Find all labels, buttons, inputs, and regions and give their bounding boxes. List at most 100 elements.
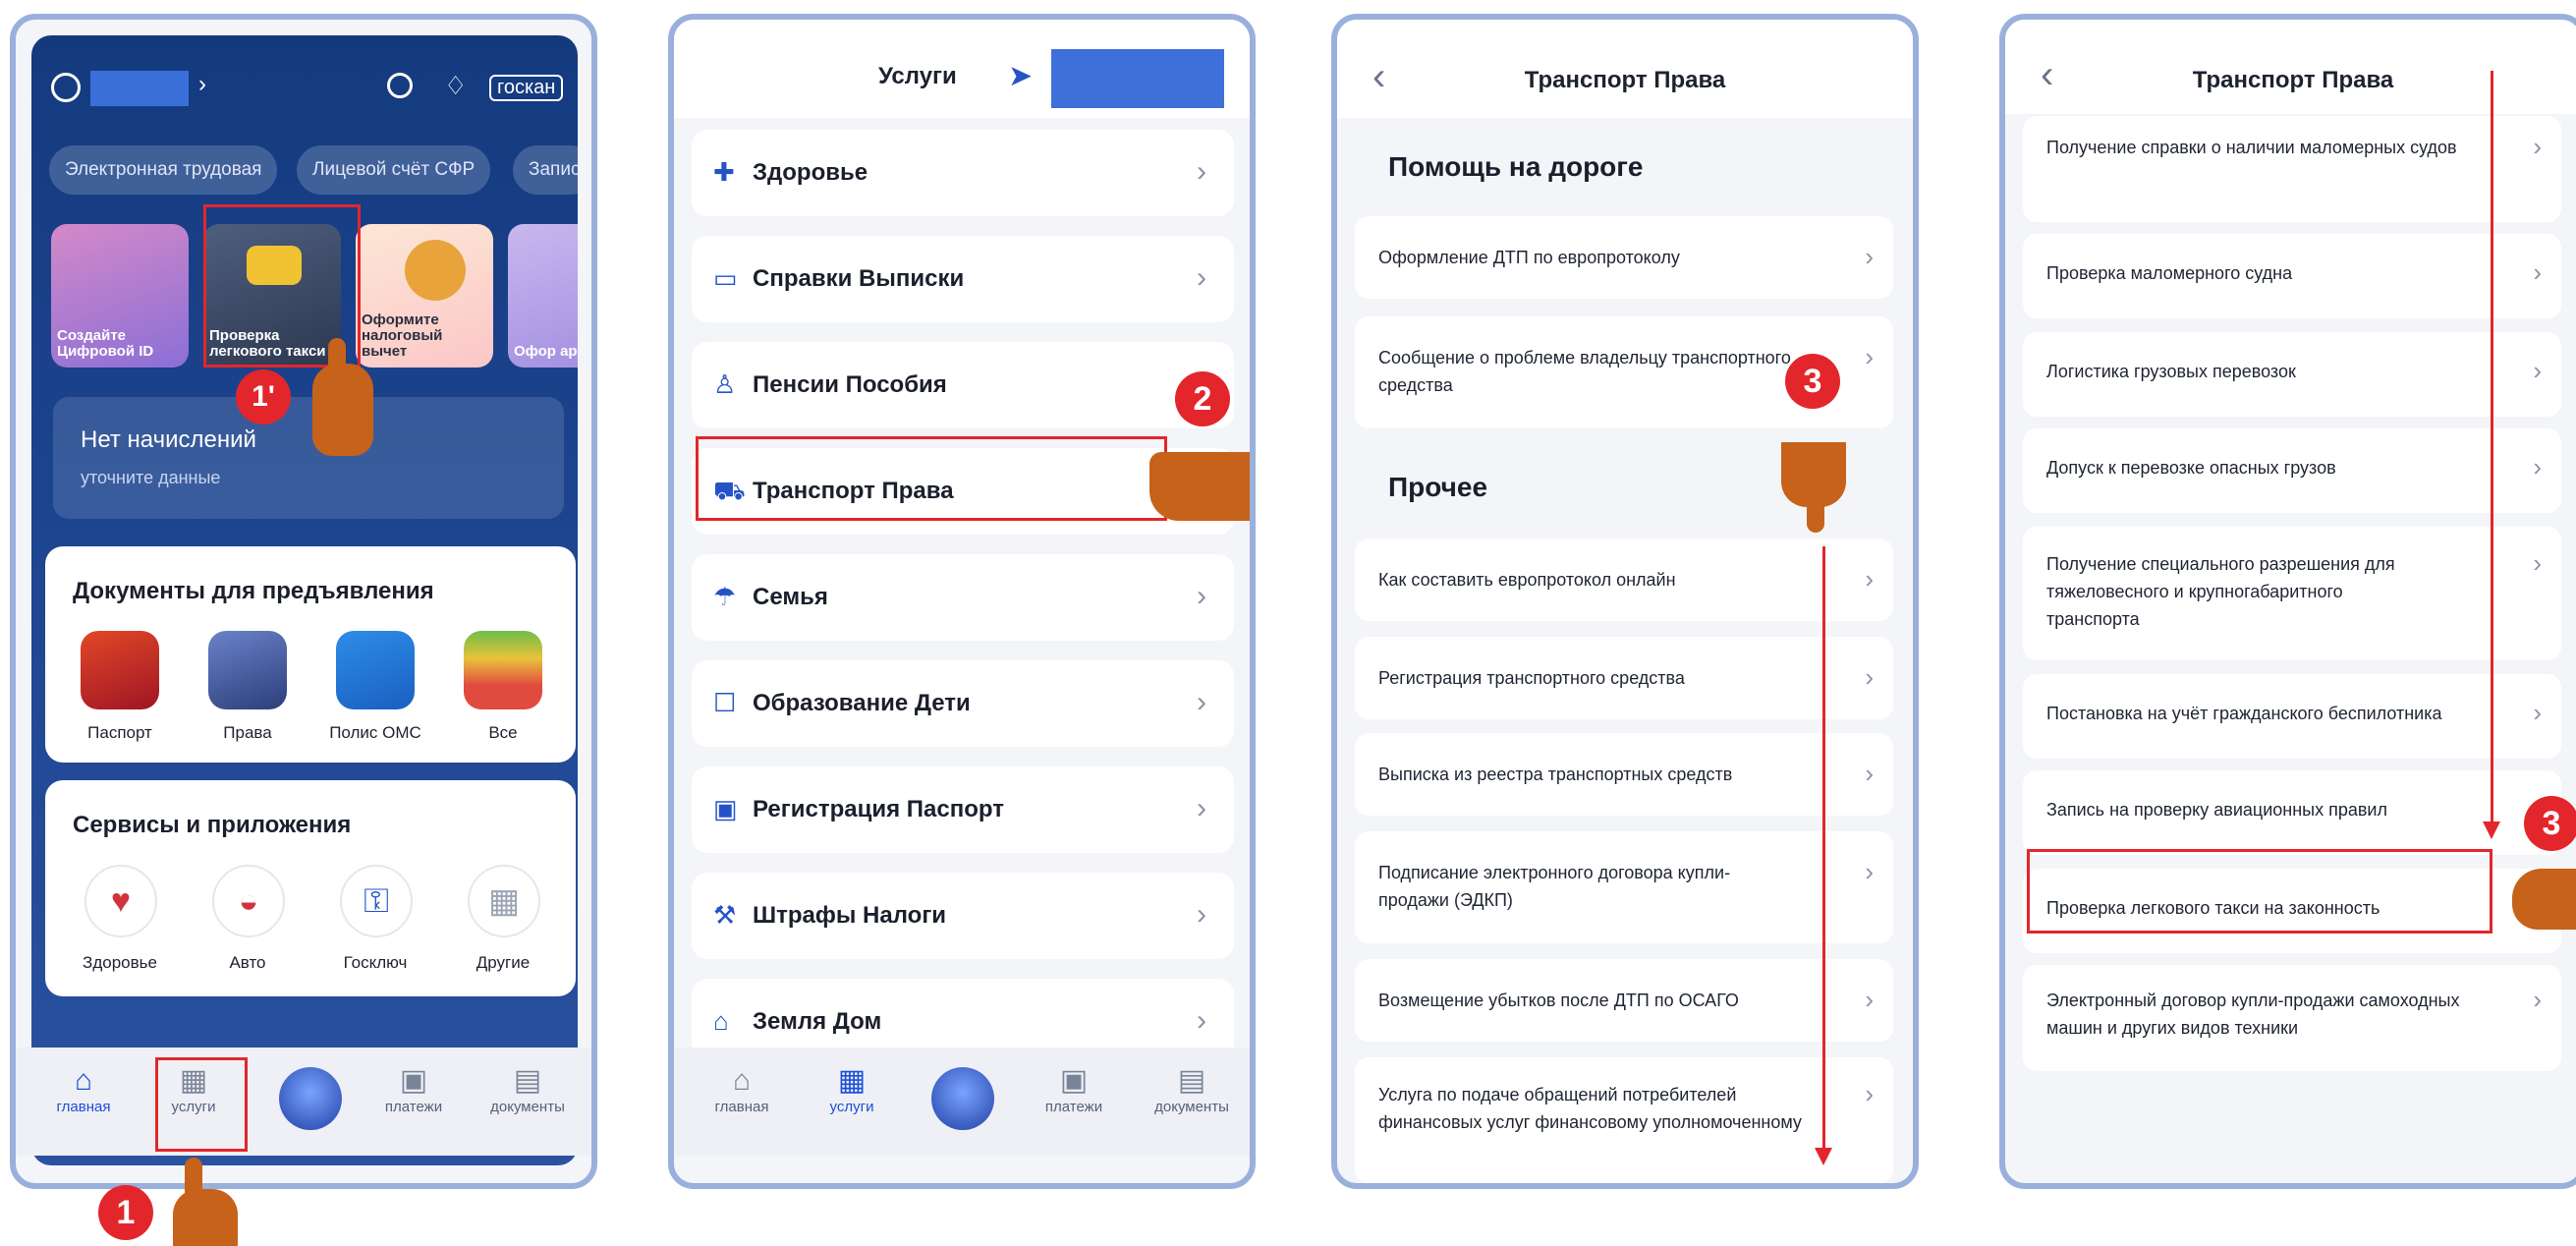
book-icon: ☐ xyxy=(713,688,737,717)
chevron-right-icon: › xyxy=(2533,132,2542,161)
chevron-right-icon: › xyxy=(2533,257,2542,287)
document-icon: ▤ xyxy=(1177,1064,1206,1097)
svc-label-auto: Авто xyxy=(229,953,266,972)
location-arrow-icon[interactable]: ➤ xyxy=(1008,59,1033,93)
chevron-right-icon: › xyxy=(1865,242,1874,271)
pointing-finger xyxy=(185,1158,202,1201)
license-icon[interactable] xyxy=(208,631,287,709)
step-badge-1: 1 xyxy=(98,1185,153,1240)
step-badge-2: 2 xyxy=(1175,371,1230,426)
service-row-osago[interactable]: Возмещение убытков после ДТП по ОСАГО › xyxy=(1355,959,1893,1042)
doc-label-passport: Паспорт xyxy=(87,723,152,742)
chevron-right-icon: › xyxy=(1865,985,1874,1014)
scroll-arrow-head xyxy=(1815,1148,1832,1165)
service-row-family[interactable]: ☂ Семья › xyxy=(692,554,1234,641)
pointing-hand-icon xyxy=(312,364,373,456)
tab-home[interactable]: ⌂ главная xyxy=(698,1063,786,1115)
stroller-icon: ☂ xyxy=(713,582,737,611)
id-card-icon: ▣ xyxy=(713,794,738,823)
chevron-right-icon: › xyxy=(1197,580,1206,612)
service-row-machinery-contract[interactable]: Электронный договор купли-продажи самохо… xyxy=(2023,965,2561,1071)
step-badge-1prime: 1' xyxy=(236,369,291,425)
chevron-right-icon: › xyxy=(1865,564,1874,594)
passport-icon[interactable] xyxy=(81,631,159,709)
phone-home-screen: › ♢ госкан Электронная трудовая Лицевой … xyxy=(10,14,597,1189)
tile-rent[interactable]: Офор аренд xyxy=(508,224,578,368)
service-row-financial-ombudsman[interactable]: Услуга по подаче обращений потребителей … xyxy=(1355,1057,1893,1183)
service-row-small-vessel-check[interactable]: Проверка маломерного судна › xyxy=(2023,234,2561,318)
folder-icon: ▭ xyxy=(713,263,738,293)
pointing-finger xyxy=(1807,491,1824,533)
chevron-right-icon: › xyxy=(1865,342,1874,371)
pointing-hand-icon xyxy=(1149,452,1250,521)
service-row-cargo-logistics[interactable]: Логистика грузовых перевозок › xyxy=(2023,332,2561,417)
car-icon[interactable]: ◒ xyxy=(212,865,285,937)
tile-tax-deduction[interactable]: Оформите налоговый вычет xyxy=(356,224,493,368)
chevron-right-icon: › xyxy=(1865,759,1874,788)
tile-digital-id[interactable]: Создайте Цифровой ID xyxy=(51,224,189,368)
service-row-europrotocol-online[interactable]: Как составить европротокол онлайн › xyxy=(1355,538,1893,621)
wallet-all-icon[interactable] xyxy=(464,631,542,709)
service-row-registration[interactable]: ▣ Регистрация Паспорт › xyxy=(692,766,1234,853)
tab-documents[interactable]: ▤ документы xyxy=(483,1063,572,1115)
service-row-health[interactable]: ✚ Здоровье › xyxy=(692,130,1234,216)
service-row-education[interactable]: ☐ Образование Дети › xyxy=(692,660,1234,747)
house-icon: ⌂ xyxy=(713,1006,729,1036)
assistant-avatar[interactable] xyxy=(931,1067,994,1130)
chip-zapis[interactable]: Запис xyxy=(513,145,578,195)
highlight-transport-row xyxy=(696,436,1167,521)
charges-subtitle: уточните данные xyxy=(81,468,221,487)
service-row-aviation-rules[interactable]: Запись на проверку авиационных правил› xyxy=(2023,770,2561,855)
chevron-right-icon[interactable]: › xyxy=(198,71,206,98)
svc-label-goskey: Госключ xyxy=(343,953,408,972)
tab-home[interactable]: ⌂ главная xyxy=(39,1063,128,1115)
service-row-vehicle-registration[interactable]: Регистрация транспортного средства › xyxy=(1355,637,1893,719)
service-row-europrotocol[interactable]: Оформление ДТП по европротоколу › xyxy=(1355,216,1893,299)
search-icon[interactable] xyxy=(387,73,413,98)
chip-sfr[interactable]: Лицевой счёт СФР xyxy=(297,145,491,195)
service-row-edkp[interactable]: Подписание электронного договора купли-п… xyxy=(1355,831,1893,943)
chip-trudovaya[interactable]: Электронная трудовая xyxy=(49,145,278,195)
gosuslugi-logo: госкан xyxy=(489,75,564,101)
service-row-heavy-transport-permit[interactable]: Получение специального разрешения для тя… xyxy=(2023,527,2561,660)
assistant-avatar[interactable] xyxy=(279,1067,342,1130)
wallet-icon: ▣ xyxy=(1059,1064,1089,1097)
section-title-other: Прочее xyxy=(1388,472,1488,502)
doc-label-license: Права xyxy=(223,723,272,742)
step-badge-3: 3 xyxy=(1785,354,1840,409)
tab-documents[interactable]: ▤ документы xyxy=(1148,1063,1236,1115)
chevron-right-icon: › xyxy=(2533,698,2542,727)
chevron-right-icon: › xyxy=(1197,792,1206,824)
tab-payments[interactable]: ▣ платежи xyxy=(369,1063,458,1115)
coin-icon xyxy=(405,240,466,301)
highlight-services-tab xyxy=(155,1057,248,1152)
oms-icon[interactable] xyxy=(336,631,415,709)
pointing-hand-icon xyxy=(173,1189,238,1246)
services-card: Сервисы и приложения ♥ ◒ ⚿ ▦ Здоровье Ав… xyxy=(45,780,576,996)
chevron-right-icon: › xyxy=(1865,662,1874,692)
service-row-small-vessels-certificate[interactable]: Получение справки о наличии маломерных с… xyxy=(2023,116,2561,222)
charges-card[interactable]: Нет начислений уточните данные xyxy=(53,397,564,519)
tab-services[interactable]: ▦ услуги xyxy=(808,1063,896,1115)
service-row-certificates[interactable]: ▭ Справки Выписки › xyxy=(692,236,1234,322)
bell-hand-icon: ♙ xyxy=(713,369,737,399)
pointing-hand-icon xyxy=(2512,869,2576,930)
profile-icon[interactable] xyxy=(51,73,81,102)
service-row-dangerous-goods[interactable]: Допуск к перевозке опасных грузов › xyxy=(2023,428,2561,513)
chevron-right-icon: › xyxy=(1197,1004,1206,1037)
health-icon[interactable]: ♥ xyxy=(84,865,157,937)
chevron-right-icon: › xyxy=(1865,857,1874,886)
service-row-fines[interactable]: ⚒ Штрафы Налоги › xyxy=(692,873,1234,959)
page-title: Услуги xyxy=(878,63,957,89)
service-row-registry-extract[interactable]: Выписка из реестра транспортных средств › xyxy=(1355,733,1893,816)
chevron-right-icon: › xyxy=(1197,261,1206,294)
grid-icon[interactable]: ▦ xyxy=(468,865,540,937)
tab-payments[interactable]: ▣ платежи xyxy=(1030,1063,1118,1115)
scroll-arrow-head xyxy=(2483,821,2500,839)
bell-icon[interactable]: ♢ xyxy=(444,71,467,101)
service-row-pensions[interactable]: ♙Пенсии Пособия› xyxy=(692,342,1234,428)
key-icon[interactable]: ⚿ xyxy=(340,865,413,937)
plus-cross-icon: ✚ xyxy=(713,157,735,187)
doc-label-all: Все xyxy=(488,723,518,742)
service-row-drone-registration[interactable]: Постановка на учёт гражданского беспилот… xyxy=(2023,674,2561,759)
